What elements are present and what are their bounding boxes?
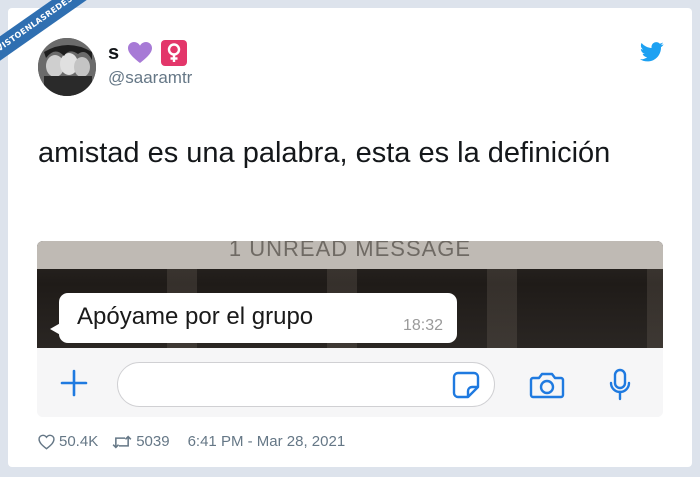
camera-icon[interactable] xyxy=(529,370,565,405)
microphone-icon[interactable] xyxy=(608,368,632,407)
like-button[interactable]: 50.4K xyxy=(38,433,98,450)
message-time: 18:32 xyxy=(402,317,443,334)
message-bubble[interactable]: Apóyame por el grupo 18:32 xyxy=(59,293,457,343)
tweet-footer: 50.4K 5039 6:41 PM - Mar 28, 2021 xyxy=(38,433,345,450)
purple-heart-icon xyxy=(127,41,153,65)
message-input[interactable] xyxy=(117,362,495,407)
chat-input-bar xyxy=(37,348,663,417)
twitter-bird-icon[interactable] xyxy=(639,42,664,67)
plus-icon[interactable] xyxy=(59,368,89,403)
retweet-count: 5039 xyxy=(136,433,170,450)
unread-banner: 1 UNREAD MESSAGE xyxy=(37,241,663,269)
sticker-icon[interactable] xyxy=(451,370,481,405)
retweet-button[interactable]: 5039 xyxy=(112,433,170,450)
avatar[interactable] xyxy=(38,38,96,96)
heart-icon xyxy=(38,434,55,450)
tweet-card: s @saaramtr amistad es una palabra, esta… xyxy=(8,8,692,467)
username[interactable]: @saaramtr xyxy=(108,68,192,88)
tweet-text: amistad es una palabra, esta es la defin… xyxy=(38,137,611,169)
message-text: Apóyame por el grupo xyxy=(77,303,314,330)
like-count: 50.4K xyxy=(59,433,99,450)
display-name-row[interactable]: s xyxy=(108,40,188,66)
tweet-media-screenshot[interactable]: 1 UNREAD MESSAGE Apóyame por el grupo 18… xyxy=(37,241,663,417)
retweet-icon xyxy=(112,435,132,448)
female-sign-icon xyxy=(161,40,188,66)
tweet-timestamp[interactable]: 6:41 PM - Mar 28, 2021 xyxy=(188,433,346,450)
avatar-photo xyxy=(38,38,96,96)
display-name[interactable]: s xyxy=(108,42,119,65)
